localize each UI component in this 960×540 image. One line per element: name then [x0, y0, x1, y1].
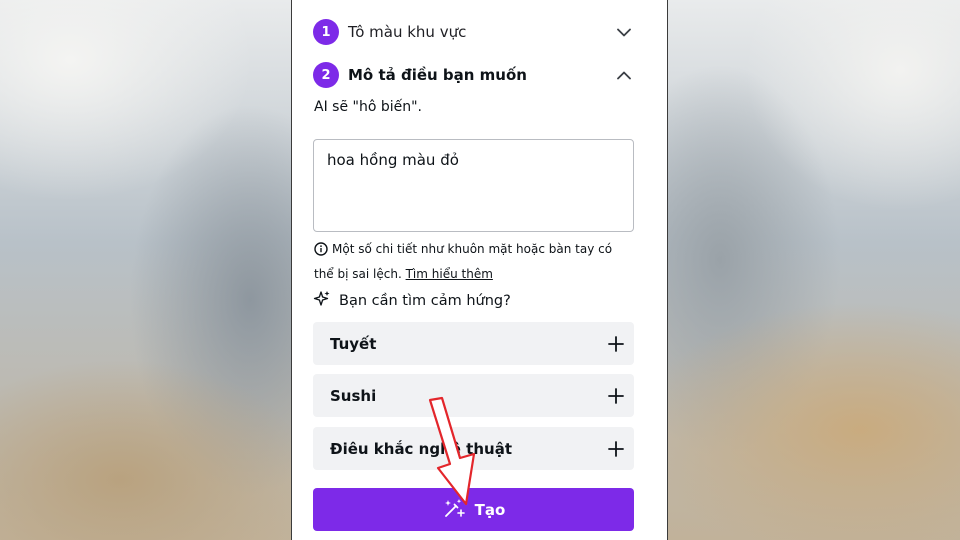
- step-number-badge: 2: [313, 62, 339, 88]
- suggestion-label: Điêu khắc nghệ thuật: [330, 439, 512, 458]
- inspiration-label: Bạn cần tìm cảm hứng?: [339, 293, 511, 309]
- suggestion-item[interactable]: Sushi: [313, 374, 634, 417]
- info-icon: [314, 241, 328, 263]
- inspiration-header: Bạn cần tìm cảm hứng?: [313, 290, 511, 312]
- create-button-label: Tạo: [474, 500, 506, 519]
- step-1-header[interactable]: 1 Tô màu khu vực: [313, 18, 635, 46]
- sparkle-icon: [313, 290, 331, 312]
- plus-icon[interactable]: [607, 335, 625, 353]
- plus-icon[interactable]: [607, 440, 625, 458]
- step-number-badge: 1: [313, 19, 339, 45]
- step-2-header[interactable]: 2 Mô tả điều bạn muốn: [313, 61, 635, 89]
- create-button[interactable]: Tạo: [313, 488, 634, 531]
- step-title: Tô màu khu vực: [348, 23, 467, 41]
- step-title: Mô tả điều bạn muốn: [348, 66, 527, 84]
- chevron-up-icon[interactable]: [613, 64, 635, 86]
- disclaimer-note: Một số chi tiết như khuôn mặt hoặc bàn t…: [314, 238, 634, 285]
- suggestion-item[interactable]: Điêu khắc nghệ thuật: [313, 427, 634, 470]
- prompt-textarea[interactable]: hoa hồng màu đỏ: [313, 139, 634, 232]
- chevron-down-icon[interactable]: [613, 21, 635, 43]
- magic-wand-icon: [442, 497, 466, 523]
- prompt-text: hoa hồng màu đỏ: [327, 151, 459, 169]
- suggestion-item[interactable]: Tuyết: [313, 322, 634, 365]
- step-description: AI sẽ "hô biến".: [314, 99, 422, 115]
- suggestion-label: Sushi: [330, 386, 377, 405]
- suggestion-label: Tuyết: [330, 334, 377, 353]
- learn-more-link[interactable]: Tìm hiểu thêm: [406, 267, 493, 281]
- magic-edit-panel: 1 Tô màu khu vực 2 Mô tả điều bạn muốn A…: [291, 0, 668, 540]
- plus-icon[interactable]: [607, 387, 625, 405]
